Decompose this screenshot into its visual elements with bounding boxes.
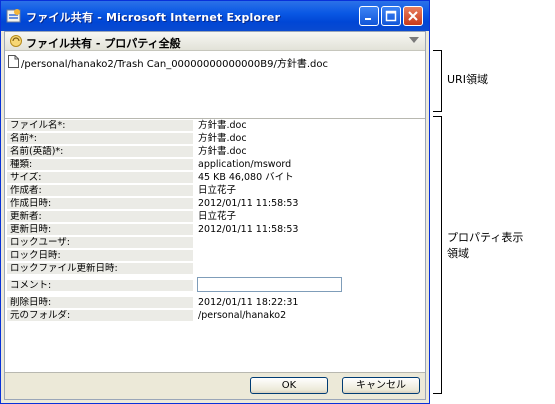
property-row: 名前*: 方針書.doc [7,133,423,144]
property-value: 2012/01/11 18:22:31 [198,297,299,308]
property-row: ロックファイル更新日時: [7,263,423,274]
ie-icon [6,9,21,23]
property-row: サイズ: 45 KB 46,080 バイト [7,172,423,183]
window-title: ファイル共有 - Microsoft Internet Explorer [26,11,281,24]
property-row: 種類: application/msword [7,159,423,170]
property-label: 名前*: [7,133,193,144]
property-row: 削除日時: 2012/01/11 18:22:31 [7,297,423,308]
property-area-annotation-line2: 領域 [447,247,469,260]
property-value: 45 KB 46,080 バイト [198,172,294,183]
property-row: 作成日時: 2012/01/11 11:58:53 [7,198,423,209]
property-row: 更新日時: 2012/01/11 11:58:53 [7,224,423,235]
cancel-button[interactable]: キャンセル [342,377,420,394]
property-value: 方針書.doc [198,146,247,157]
property-row: コメント: [7,277,423,292]
minimize-icon [365,18,371,20]
property-value: 2012/01/11 11:58:53 [198,224,299,235]
property-label: ロックユーザ: [7,237,193,248]
property-row: ファイル名*: 方針書.doc [7,120,423,131]
uri-path: /personal/hanako2/Trash Can_000000000000… [21,59,328,70]
maximize-icon [385,10,397,22]
property-value: application/msword [198,159,292,170]
property-label: 元のフォルダ: [7,310,193,321]
property-label: 削除日時: [7,297,193,308]
property-value: /personal/hanako2 [198,310,287,321]
uri-area-annotation: URI領域 [447,73,488,86]
section-header: ファイル共有 - プロパティ全般 [5,32,425,51]
title-bar[interactable]: ファイル共有 - Microsoft Internet Explorer [1,1,429,31]
property-row: 更新者: 日立花子 [7,211,423,222]
uri-area-bracket [433,50,442,112]
property-row: ロック日時: [7,250,423,261]
property-label: コメント: [7,280,193,291]
property-value: 方針書.doc [198,120,247,131]
ok-button[interactable]: OK [250,377,328,394]
property-row: 元のフォルダ: /personal/hanako2 [7,310,423,321]
share-icon [10,35,22,47]
property-value: 方針書.doc [198,133,247,144]
maximize-button[interactable] [381,6,401,26]
dialog-content: ファイル共有 - プロパティ全般 /personal/hanako2/Trash… [4,31,426,400]
collapse-arrow-icon[interactable] [409,36,419,44]
comment-input[interactable] [197,277,342,292]
property-label: 名前(英語)*: [7,146,193,157]
property-label: 作成者: [7,185,193,196]
property-label: サイズ: [7,172,193,183]
property-area-bracket [433,116,442,394]
property-value: 日立花子 [198,211,237,222]
property-value: 2012/01/11 11:58:53 [198,198,299,209]
property-label: ロック日時: [7,250,193,261]
property-label: 更新日時: [7,224,193,235]
property-row: 作成者: 日立花子 [7,185,423,196]
property-row: 名前(英語)*: 方針書.doc [7,146,423,157]
property-label: ロックファイル更新日時: [7,263,193,274]
property-label: 作成日時: [7,198,193,209]
button-bar: OK キャンセル [5,372,425,399]
property-label: 更新者: [7,211,193,222]
minimize-button[interactable] [359,6,379,26]
property-row: ロックユーザ: [7,237,423,248]
property-value: 日立花子 [198,185,237,196]
property-area-annotation-line1: プロパティ表示 [447,231,524,244]
dialog-window: ファイル共有 - Microsoft Internet Explorer ファイ… [0,0,430,404]
close-icon [408,11,418,21]
property-label: 種類: [7,159,193,170]
document-icon [8,55,19,68]
close-button[interactable] [403,6,423,26]
property-label: ファイル名*: [7,120,193,131]
uri-area: /personal/hanako2/Trash Can_000000000000… [5,51,425,119]
section-title: ファイル共有 - プロパティ全般 [26,37,181,50]
